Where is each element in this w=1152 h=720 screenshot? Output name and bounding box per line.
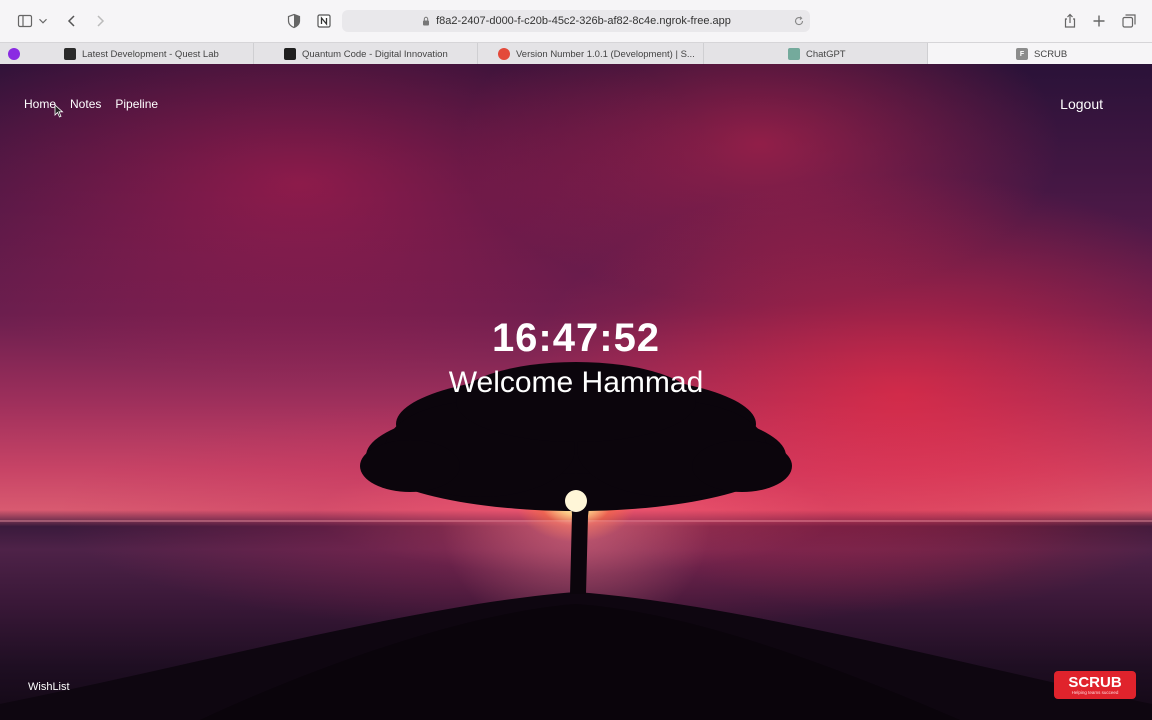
- tab-label: Version Number 1.0.1 (Development) | S..…: [516, 48, 695, 60]
- tab-favicon-icon: [64, 48, 76, 60]
- back-icon[interactable]: [62, 11, 82, 31]
- forward-icon[interactable]: [90, 11, 110, 31]
- tab-overview-icon[interactable]: [1119, 11, 1139, 31]
- page-background: Home Notes Pipeline Logout 16:47:52 Welc…: [0, 64, 1152, 720]
- shield-icon[interactable]: [284, 11, 304, 31]
- scrub-logo-text: SCRUB: [1068, 673, 1122, 691]
- tab-quantum-code[interactable]: Quantum Code - Digital Innovation: [254, 43, 478, 65]
- browser-toolbar: f8a2-2407-d000-f-c20b-45c2-326b-af82-8c4…: [0, 0, 1152, 42]
- tab-label: SCRUB: [1034, 48, 1068, 60]
- extension-icon[interactable]: [8, 48, 20, 60]
- tab-label: Quantum Code - Digital Innovation: [302, 48, 448, 60]
- main-nav: Home Notes Pipeline: [24, 97, 158, 111]
- scrub-logo-badge: SCRUB Helping teams succeed: [1054, 671, 1136, 699]
- tab-favicon-icon: F: [1016, 48, 1028, 60]
- wishlist-link[interactable]: WishList: [28, 681, 70, 693]
- share-icon[interactable]: [1060, 11, 1080, 31]
- scrub-logo-tagline: Helping teams succeed: [1071, 689, 1119, 695]
- chevron-down-icon[interactable]: [36, 11, 50, 31]
- new-tab-icon[interactable]: [1089, 11, 1109, 31]
- logout-button[interactable]: Logout: [1060, 96, 1103, 112]
- tab-favicon-icon: [788, 48, 800, 60]
- address-bar[interactable]: f8a2-2407-d000-f-c20b-45c2-326b-af82-8c4…: [342, 10, 810, 32]
- notion-icon[interactable]: [314, 11, 334, 31]
- clock-display: 16:47:52: [491, 316, 661, 360]
- nav-home-link[interactable]: Home: [24, 97, 56, 111]
- tab-favicon-icon: [498, 48, 510, 60]
- sidebar-toggle-icon[interactable]: [15, 11, 35, 31]
- lock-icon: [423, 16, 430, 26]
- welcome-message: Welcome Hammad: [448, 366, 704, 399]
- reload-icon[interactable]: [793, 15, 805, 27]
- tab-version-number[interactable]: Version Number 1.0.1 (Development) | S..…: [478, 43, 704, 65]
- nav-notes-link[interactable]: Notes: [70, 97, 101, 111]
- tab-label: ChatGPT: [806, 48, 846, 60]
- mouse-cursor-icon: [54, 104, 64, 118]
- nav-pipeline-link[interactable]: Pipeline: [115, 97, 158, 111]
- tab-scrub[interactable]: F SCRUB: [928, 43, 1152, 65]
- tab-label: Latest Development - Quest Lab: [82, 48, 219, 60]
- tab-quest-lab[interactable]: Latest Development - Quest Lab: [56, 43, 254, 65]
- tab-chatgpt[interactable]: ChatGPT: [704, 43, 928, 65]
- tab-favicon-icon: [284, 48, 296, 60]
- tab-strip: Latest Development - Quest Lab Quantum C…: [0, 42, 1152, 65]
- url-text: f8a2-2407-d000-f-c20b-45c2-326b-af82-8c4…: [436, 15, 731, 27]
